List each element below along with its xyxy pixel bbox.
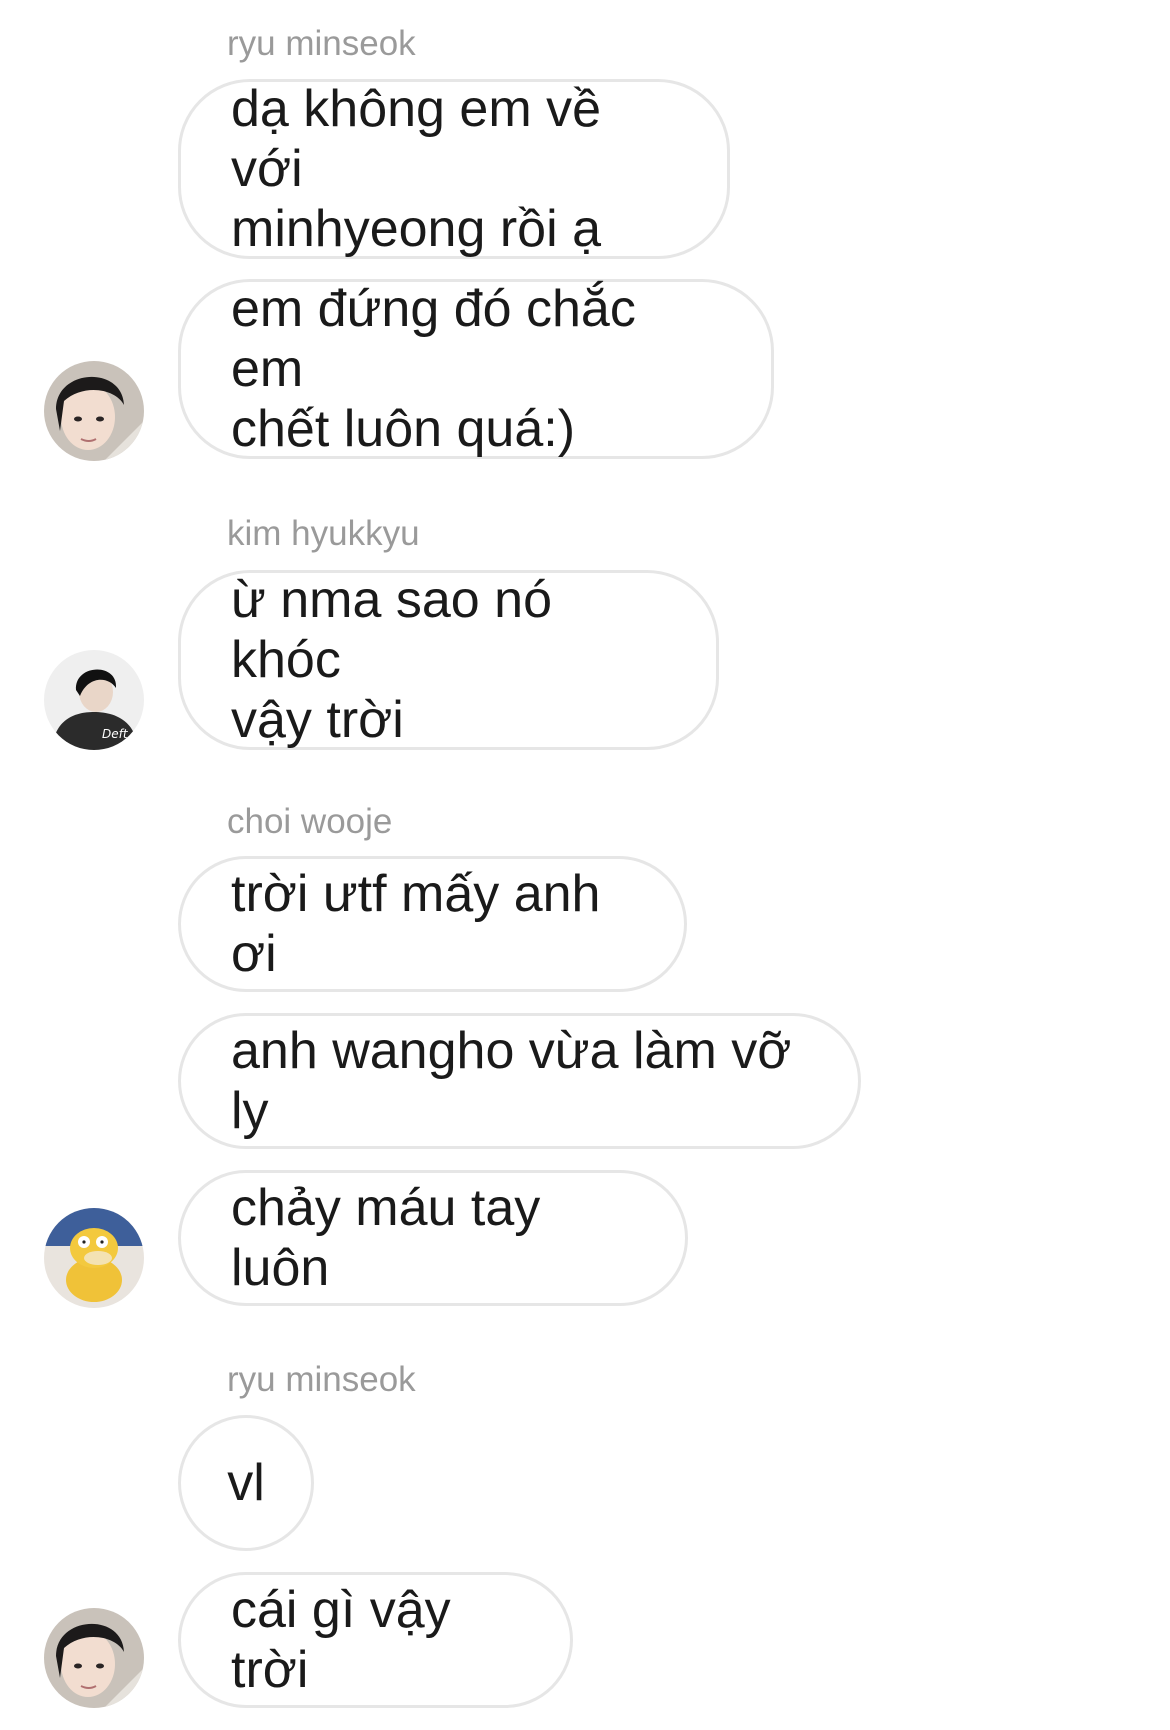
psyduck-avatar[interactable] [44,1208,144,1308]
message-bubble[interactable]: trời ưtf mấy anh ơi [178,856,687,992]
person-photo-avatar[interactable] [44,1608,144,1708]
message-bubble[interactable]: vl [178,1415,314,1551]
avatar-badge: Deft [102,727,129,741]
message-bubble[interactable]: cái gì vậy trời [178,1572,573,1708]
person-jacket-avatar[interactable]: Deft [44,650,144,750]
sender-name: choi wooje [227,802,393,841]
message-bubble[interactable]: anh wangho vừa làm vỡ ly [178,1013,861,1149]
message-bubble[interactable]: chảy máu tay luôn [178,1170,688,1306]
person-photo-avatar[interactable] [44,361,144,461]
sender-name: ryu minseok [227,24,416,63]
sender-name: kim hyukkyu [227,514,420,553]
sender-name: ryu minseok [227,1360,416,1399]
message-bubble[interactable]: dạ không em về với minhyeong rồi ạ [178,79,730,259]
message-bubble[interactable]: em đứng đó chắc em chết luôn quá:) [178,279,774,459]
message-bubble[interactable]: ừ nma sao nó khóc vậy trời [178,570,719,750]
